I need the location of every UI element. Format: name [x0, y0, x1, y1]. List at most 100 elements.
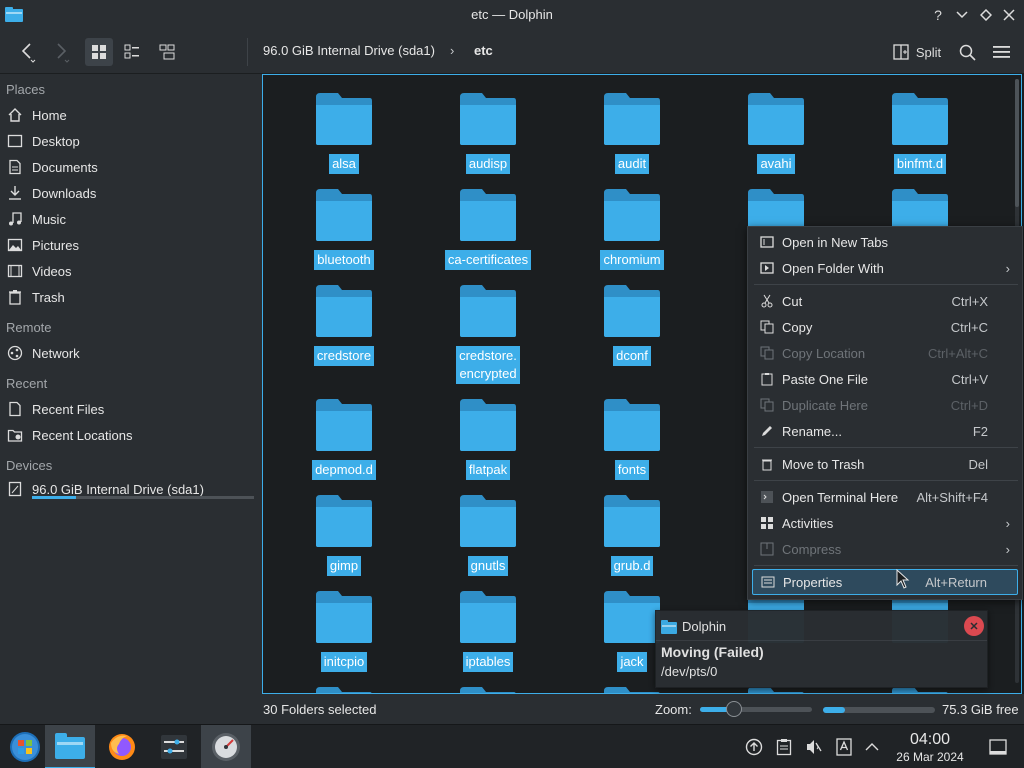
forward-button[interactable]: [46, 38, 76, 66]
folder-name: fonts: [614, 460, 650, 480]
folder-item[interactable]: grub.d: [567, 493, 697, 576]
sidebar-item-pictures[interactable]: Pictures: [6, 233, 79, 257]
sidebar-item-network[interactable]: Network: [6, 341, 80, 365]
properties-icon: [759, 575, 777, 589]
folder-item[interactable]: depmod.d: [279, 397, 409, 480]
icons-view-button[interactable]: [85, 38, 113, 66]
folder-item[interactable]: chromium: [567, 187, 697, 270]
close-button[interactable]: [999, 5, 1019, 25]
folder-item[interactable]: initcpio: [279, 589, 409, 672]
sidebar-item-downloads[interactable]: Downloads: [6, 181, 96, 205]
scrollbar-thumb[interactable]: [1015, 79, 1019, 207]
folder-item[interactable]: [279, 685, 409, 693]
sidebar-item-music[interactable]: Music: [6, 207, 66, 231]
folder-item[interactable]: binfmt.d: [855, 91, 985, 174]
folder-item[interactable]: audisp: [423, 91, 553, 174]
folder-icon: [458, 397, 518, 456]
breadcrumb-etc[interactable]: etc: [474, 43, 493, 58]
details-view-button[interactable]: [153, 38, 181, 66]
sidebar-item-desktop[interactable]: Desktop: [6, 129, 80, 153]
menu-item-label: Copy: [782, 319, 813, 335]
menu-item-move-to-trash[interactable]: Move to Trash Del: [752, 451, 1018, 477]
sidebar-item-label: Downloads: [32, 185, 97, 201]
back-button[interactable]: [12, 38, 42, 66]
menu-item-paste-one-file[interactable]: Paste One File Ctrl+V: [752, 366, 1018, 392]
close-icon: [1003, 9, 1015, 21]
cut-icon: [758, 294, 776, 308]
sidebar-item-trash[interactable]: Trash: [6, 285, 65, 309]
folder-item[interactable]: credstore: [279, 283, 409, 366]
notification-divider: [656, 640, 987, 641]
menu-item-open-terminal-here[interactable]: Open Terminal Here Alt+Shift+F4: [752, 484, 1018, 510]
folder-name: grub.d: [610, 556, 654, 576]
menu-item-rename[interactable]: Rename... F2: [752, 418, 1018, 444]
sidebar-item-label: Network: [32, 345, 80, 361]
folder-icon: [602, 493, 662, 552]
show-desktop-button[interactable]: [988, 737, 1008, 757]
compact-view-button[interactable]: [118, 38, 146, 66]
keep-above-button[interactable]: [976, 5, 996, 25]
folder-item[interactable]: fonts: [567, 397, 697, 480]
sidebar-item-recent-files[interactable]: Recent Files: [6, 397, 104, 421]
folder-name: ca-certificates: [444, 250, 532, 270]
volume-tray[interactable]: [804, 737, 824, 757]
folder-item[interactable]: gimp: [279, 493, 409, 576]
application-launcher[interactable]: [0, 725, 50, 768]
taskbar-system-settings[interactable]: [149, 725, 199, 768]
section-heading-places: Places: [6, 82, 46, 97]
clock-time[interactable]: 04:00: [890, 731, 970, 749]
search-button[interactable]: [954, 38, 980, 66]
drive-icon: [6, 480, 24, 498]
folder-item[interactable]: avahi: [711, 91, 841, 174]
close-icon: [970, 622, 978, 630]
sidebar-item-recent-locations[interactable]: Recent Locations: [6, 423, 132, 447]
folder-item[interactable]: gnutls: [423, 493, 553, 576]
input-method-tray[interactable]: [834, 737, 854, 757]
show-hidden-icons-button[interactable]: [862, 737, 882, 757]
menu-item-open-folder-with[interactable]: Open Folder With ›: [752, 255, 1018, 281]
folder-item[interactable]: dconf: [567, 283, 697, 366]
menu-item-cut[interactable]: Cut Ctrl+X: [752, 288, 1018, 314]
menu-item-copy[interactable]: Copy Ctrl+C: [752, 314, 1018, 340]
menu-item-properties[interactable]: Properties Alt+Return: [752, 569, 1018, 595]
folder-name: audisp: [465, 154, 511, 174]
clipboard-tray[interactable]: [774, 737, 794, 757]
taskbar-disk-usage[interactable]: [201, 725, 251, 768]
sidebar-item-label: Pictures: [32, 237, 79, 253]
clock-date[interactable]: 26 Mar 2024: [885, 750, 975, 764]
folder-item[interactable]: flatpak: [423, 397, 553, 480]
update-icon: [745, 738, 763, 756]
split-button[interactable]: Split: [888, 38, 946, 66]
update-notifier[interactable]: [744, 737, 764, 757]
context-menu: Open in New Tabs Open Folder With › Cut Ctrl…: [747, 226, 1023, 600]
menu-item-label: Paste One File: [782, 371, 868, 387]
sidebar-item-home[interactable]: Home: [6, 103, 67, 127]
zoom-slider-track[interactable]: [700, 707, 812, 712]
folder-item[interactable]: alsa: [279, 91, 409, 174]
free-space-fill: [823, 707, 846, 713]
hamburger-menu-button[interactable]: [988, 38, 1014, 66]
sidebar-item-documents[interactable]: Documents: [6, 155, 98, 179]
clipboard-icon: [776, 739, 792, 756]
taskbar-firefox[interactable]: [97, 725, 147, 768]
menu-item-label: Copy Location: [782, 345, 866, 361]
chevron-up-icon: [865, 743, 879, 751]
folder-item[interactable]: bluetooth: [279, 187, 409, 270]
menu-item-open-in-new-tabs[interactable]: Open in New Tabs: [752, 229, 1018, 255]
minimize-button[interactable]: [952, 5, 972, 25]
zoom-slider-handle[interactable]: [725, 701, 742, 717]
taskbar-dolphin[interactable]: [45, 725, 95, 768]
folder-name: dconf: [613, 346, 651, 366]
folder-item[interactable]: audit: [567, 91, 697, 174]
folder-item[interactable]: ca-certificates: [423, 187, 553, 270]
sidebar-item-videos[interactable]: Videos: [6, 259, 72, 283]
help-button[interactable]: ?: [928, 5, 948, 25]
menu-item-activities[interactable]: Activities ›: [752, 510, 1018, 536]
folder-item[interactable]: [423, 685, 553, 693]
breadcrumb-drive[interactable]: 96.0 GiB Internal Drive (sda1): [263, 43, 435, 58]
menu-item-label: Duplicate Here: [782, 397, 868, 413]
folder-item[interactable]: iptables: [423, 589, 553, 672]
notification-close-button[interactable]: [964, 616, 984, 636]
folder-item[interactable]: credstore. encrypted: [423, 283, 553, 384]
notification-popup[interactable]: Dolphin Moving (Failed) /dev/pts/0: [655, 610, 988, 688]
